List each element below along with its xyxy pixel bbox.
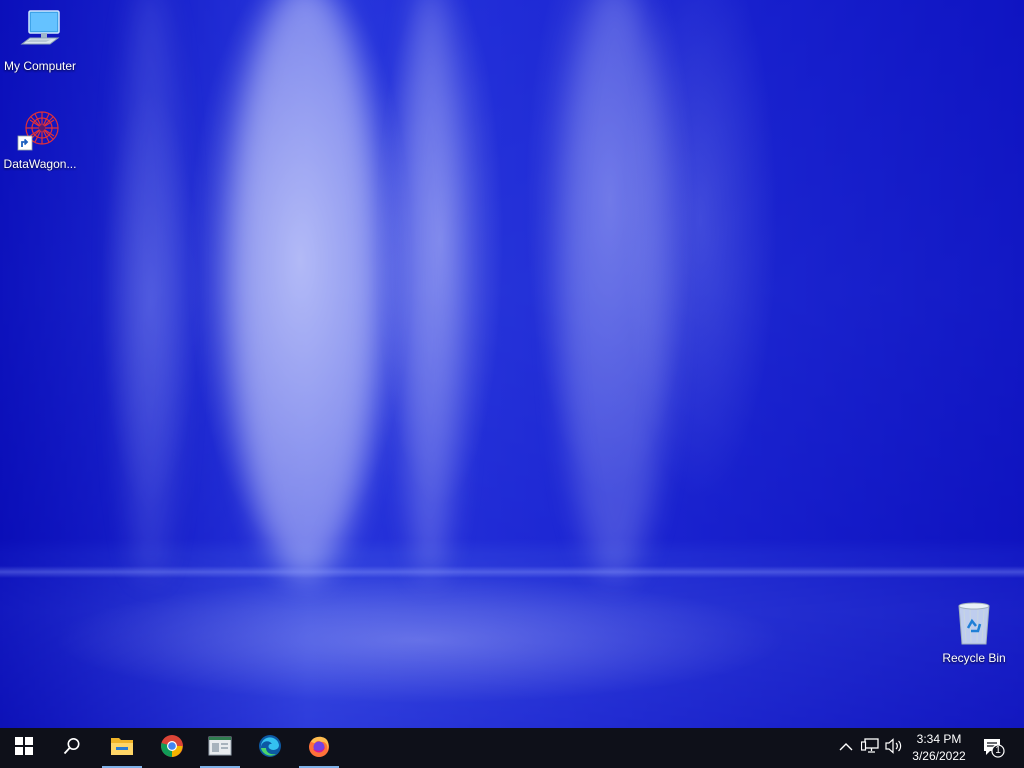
wallpaper-light-streak: [230, 0, 380, 580]
taskbar-file-explorer[interactable]: [98, 728, 146, 768]
taskbar-clock[interactable]: 3:34 PM 3/26/2022: [904, 731, 974, 765]
desktop-icon-label: My Computer: [3, 59, 77, 73]
taskbar-app-window[interactable]: [196, 728, 244, 768]
action-center-button[interactable]: 1: [982, 738, 1006, 758]
windows-logo-icon: [15, 736, 33, 760]
start-button[interactable]: [0, 728, 48, 768]
clock-date: 3/26/2022: [912, 749, 966, 763]
chevron-up-icon: [839, 739, 853, 757]
clock-time: 3:34 PM: [916, 732, 962, 746]
taskbar-edge[interactable]: [246, 728, 294, 768]
desktop-icon-recycle-bin[interactable]: Recycle Bin: [934, 600, 1014, 665]
network-icon: [860, 737, 879, 759]
datawagon-shortcut-icon: [16, 106, 64, 154]
computer-icon: [16, 8, 64, 56]
volume-icon: [885, 737, 903, 759]
volume-button[interactable]: [884, 737, 904, 759]
desktop-icon-my-computer[interactable]: My Computer: [0, 8, 80, 73]
desktop-icon-label: Recycle Bin: [942, 651, 1006, 665]
desktop-icon-datawagon[interactable]: DataWagon...: [0, 106, 80, 171]
search-icon: [63, 737, 81, 760]
taskbar-firefox[interactable]: [295, 728, 343, 768]
action-center-icon: 1: [983, 738, 1005, 758]
app-window-icon: [208, 736, 232, 761]
edge-icon: [258, 734, 282, 763]
wallpaper-light-streak: [120, 0, 180, 580]
file-explorer-icon: [110, 735, 134, 762]
wallpaper-light-streak: [560, 0, 670, 580]
desktop-wallpaper: My Computer DataWagon... Recycle Bin: [0, 0, 1024, 728]
network-button[interactable]: [860, 737, 880, 759]
search-button[interactable]: [48, 728, 96, 768]
taskbar-chrome[interactable]: [148, 728, 196, 768]
wallpaper-light-streak: [400, 0, 460, 580]
desktop-icon-label: DataWagon...: [3, 157, 77, 171]
taskbar: 3:34 PM 3/26/2022 1: [0, 728, 1024, 768]
notification-count-badge: 1: [995, 745, 1001, 756]
chrome-icon: [160, 734, 184, 763]
recycle-bin-icon: [950, 600, 998, 648]
firefox-icon: [307, 734, 331, 763]
show-hidden-icons-button[interactable]: [836, 738, 856, 758]
wallpaper-horizon: [0, 566, 1024, 578]
